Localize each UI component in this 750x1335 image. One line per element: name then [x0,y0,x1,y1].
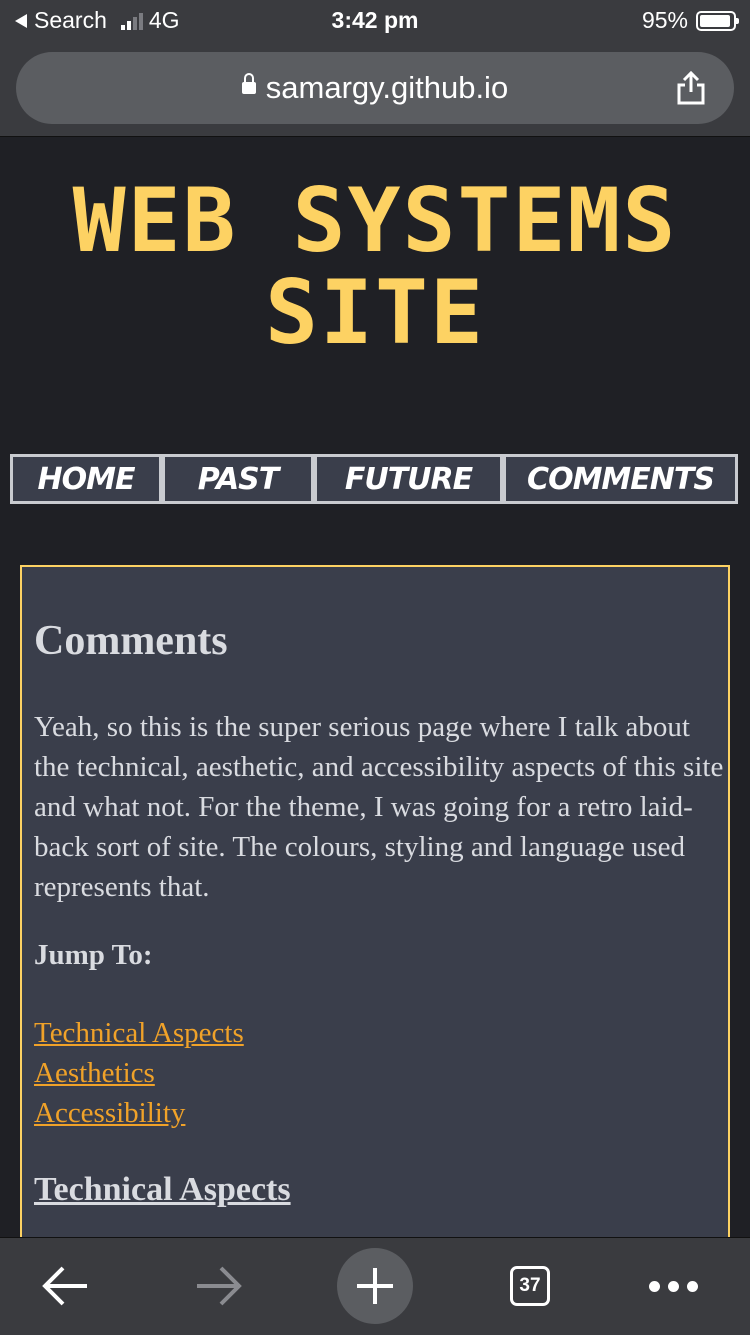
lock-icon [241,72,256,94]
battery-icon [696,10,739,31]
link-technical-aspects[interactable]: Technical Aspects [34,1013,244,1053]
main-nav: HOME PAST FUTURE COMMENTS [10,454,738,504]
url-text: samargy.github.io [265,70,509,105]
nav-home[interactable]: HOME [13,457,165,501]
link-accessibility[interactable]: Accessibility [34,1093,244,1133]
more-menu-button[interactable] [645,1248,701,1324]
battery-percent: 95% [641,7,688,33]
section-heading-technical: Technical Aspects [34,1171,291,1208]
new-tab-button[interactable] [337,1248,413,1324]
site-title: WEB SYSTEMS SITE [0,175,750,359]
browser-toolbar: 37 [0,1237,750,1335]
back-button[interactable] [30,1248,100,1324]
intro-paragraph: Yeah, so this is the super serious page … [34,711,724,903]
site-title-line1: WEB SYSTEMS [72,169,678,272]
jump-to-label: Jump To: [34,939,153,971]
site-title-line2: SITE [265,261,485,364]
nav-past[interactable]: PAST [165,457,317,501]
tabs-button[interactable]: 37 [505,1248,555,1324]
arrow-left-icon [42,1266,87,1306]
address-bar[interactable]: samargy.github.io [16,52,734,124]
page-heading: Comments [34,618,228,664]
forward-button[interactable] [184,1248,254,1324]
content-panel: Comments Yeah, so this is the super seri… [20,565,730,1265]
share-icon[interactable] [674,70,708,106]
arrow-right-icon [197,1266,242,1306]
address-bar-area: samargy.github.io [0,40,750,137]
nav-future[interactable]: FUTURE [317,457,506,501]
more-dots-icon [648,1280,698,1292]
jump-links: Technical Aspects Aesthetics Accessibili… [34,1013,244,1133]
tab-count: 37 [510,1266,550,1306]
nav-comments[interactable]: COMMENTS [506,457,735,501]
link-aesthetics[interactable]: Aesthetics [34,1053,244,1093]
clock: 3:42 pm [331,7,419,33]
plus-icon [357,1268,393,1304]
status-bar: Search 4G 3:42 pm 95% [0,0,750,40]
